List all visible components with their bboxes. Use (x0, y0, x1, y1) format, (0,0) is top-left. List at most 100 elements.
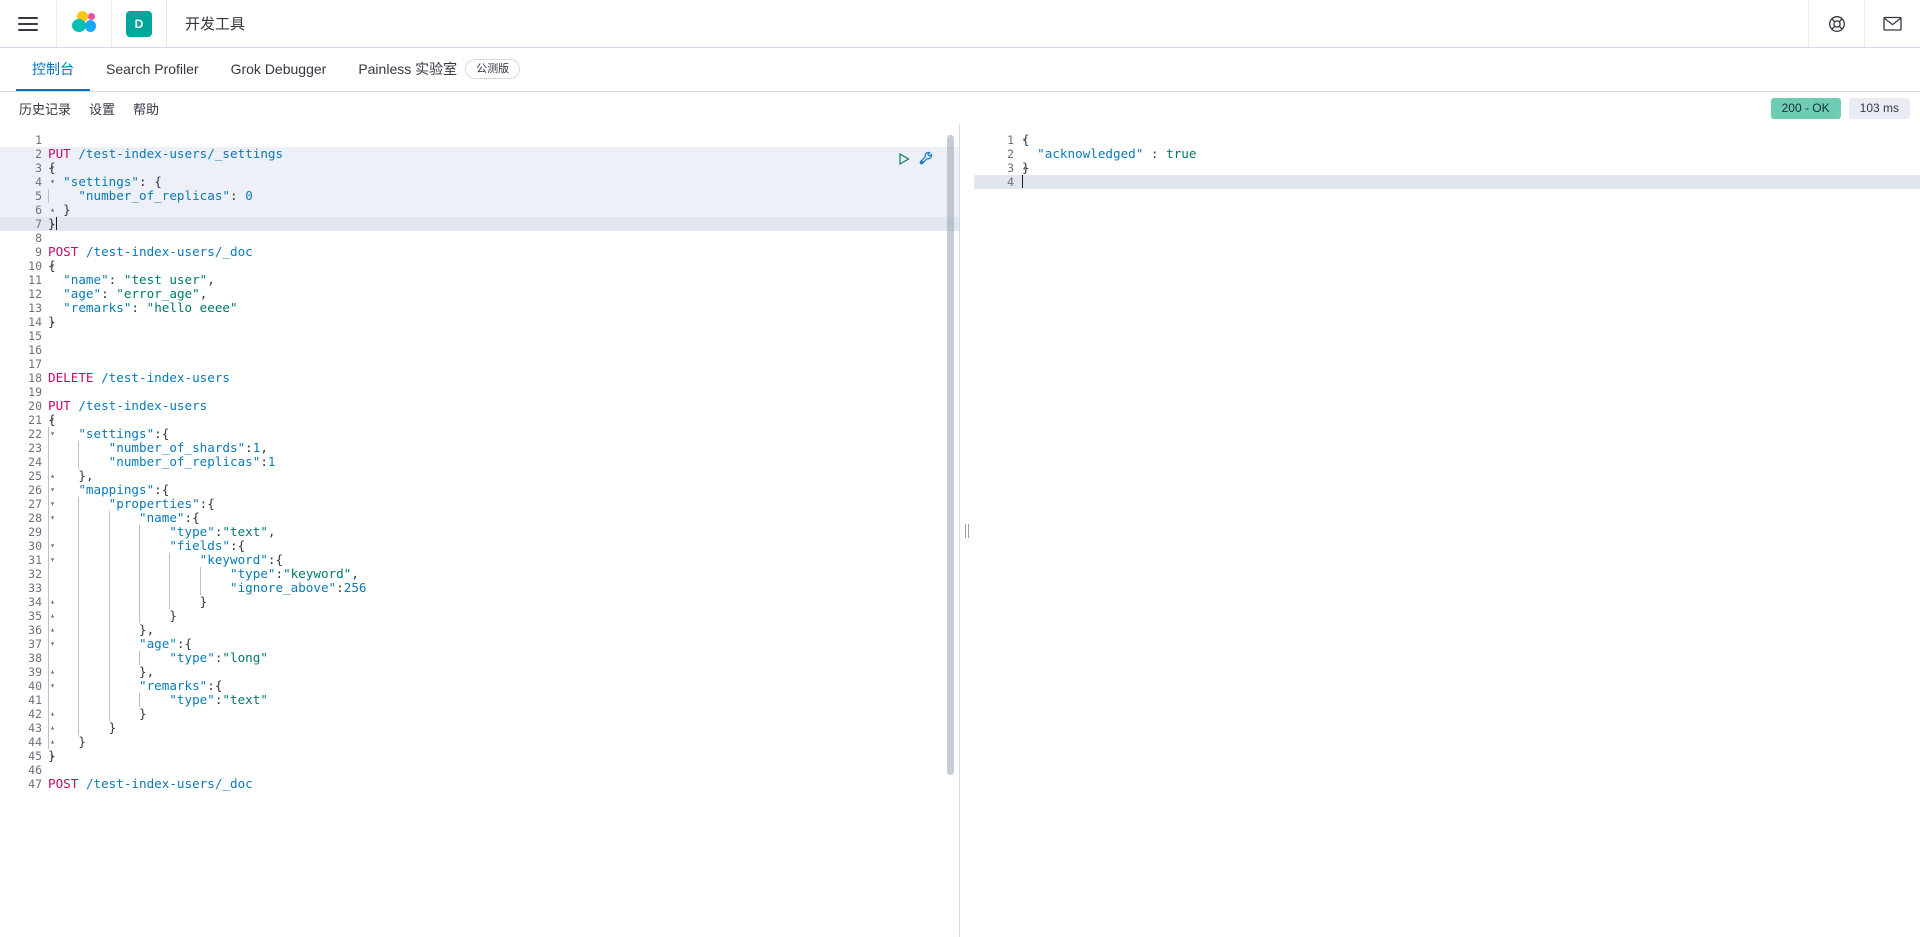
editor-line[interactable]: 42 ▴ } (0, 707, 960, 721)
editor-line[interactable]: 34 ▴ } (0, 595, 960, 609)
tab-console-label: 控制台 (32, 60, 74, 77)
tab-painless-lab[interactable]: Painless 实验室 公测版 (342, 48, 536, 91)
editor-line[interactable]: 47 POST /test-index-users/_doc (0, 777, 960, 792)
tab-grok-debugger[interactable]: Grok Debugger (215, 48, 343, 91)
editor-line[interactable]: 46 (0, 763, 960, 777)
editor-line[interactable]: 2 PUT /test-index-users/_settings (0, 147, 960, 161)
space-selector-button[interactable]: D (112, 0, 167, 47)
response-pane[interactable]: 1 ▾{2 "acknowledged" : true 3 ▴} 4 (974, 125, 1920, 937)
line-number: 28 ▾ (28, 511, 55, 525)
code-text: }, (46, 665, 960, 679)
line-number: 24 (28, 455, 42, 469)
editor-line[interactable]: 45 ▴} (0, 749, 960, 764)
page-title: 开发工具 (185, 16, 246, 33)
code-text: DELETE /test-index-users (48, 370, 230, 385)
mail-button[interactable] (1864, 0, 1920, 47)
response-line[interactable]: 4 (974, 175, 1920, 189)
editor-line[interactable]: 3 ▾{ (0, 161, 960, 175)
editor-line[interactable]: 33 "ignore_above":256 (0, 581, 960, 595)
fold-open-icon[interactable]: ▾ (1019, 136, 1027, 144)
tab-search-profiler[interactable]: Search Profiler (90, 48, 215, 91)
request-code-lines[interactable]: 1 2 PUT /test-index-users/_settings 3 ▾{4 ▾ "… (0, 125, 960, 791)
editor-line[interactable]: 38 "type":"long" (0, 651, 960, 665)
editor-line[interactable]: 7 ▴} (0, 217, 960, 231)
line-number: 21 ▾ (28, 413, 55, 427)
editor-line[interactable]: 39 ▴ }, (0, 665, 960, 679)
editor-line[interactable]: 41 "type":"text" (0, 693, 960, 707)
subnav-item-settings[interactable]: 设置 (80, 99, 124, 118)
line-number: 23 (28, 441, 42, 455)
editor-line[interactable]: 36 ▴ }, (0, 623, 960, 637)
pane-resize-handle[interactable] (960, 125, 974, 937)
help-button[interactable] (1808, 0, 1864, 47)
editor-vertical-scrollbar[interactable] (947, 135, 954, 775)
editor-line[interactable]: 4 ▾ "settings": { (0, 175, 960, 189)
subnav-item-help[interactable]: 帮助 (124, 99, 168, 118)
editor-line[interactable]: 6 ▴ } (0, 203, 960, 217)
request-editor-pane[interactable]: 1 2 PUT /test-index-users/_settings 3 ▾{4 ▾ "… (0, 125, 960, 937)
editor-line[interactable]: 29 "type":"text", (0, 525, 960, 539)
status-badge: 200 - OK (1770, 98, 1841, 119)
response-line[interactable]: 3 ▴} (974, 161, 1920, 176)
editor-line[interactable]: 14 ▴} (0, 315, 960, 330)
editor-line[interactable]: 15 (0, 329, 960, 343)
fold-close-icon[interactable]: ▴ (1019, 164, 1027, 172)
code-text: "ignore_above":256 (46, 581, 960, 595)
line-number: 2 (35, 147, 42, 161)
line-number: 33 (28, 581, 42, 595)
line-number: 15 (28, 329, 42, 343)
editor-line[interactable]: 27 ▾ "properties":{ (0, 497, 960, 511)
elastic-logo-button[interactable] (57, 0, 112, 47)
play-request-icon[interactable] (897, 152, 911, 166)
code-text: } (46, 721, 960, 735)
editor-line[interactable]: 21 ▾{ (0, 413, 960, 428)
subnav-item-history[interactable]: 历史记录 (10, 99, 80, 118)
editor-line[interactable]: 37 ▾ "age":{ (0, 637, 960, 651)
editor-line[interactable]: 44 ▴ } (0, 735, 960, 749)
editor-line[interactable]: 25 ▴ }, (0, 469, 960, 483)
dev-tools-tabs: 控制台 Search Profiler Grok Debugger Painle… (0, 48, 1920, 92)
code-text: "type":"keyword", (46, 567, 960, 581)
editor-line[interactable]: 19 (0, 385, 960, 399)
editor-line[interactable]: 18 DELETE /test-index-users (0, 370, 960, 386)
response-status-group: 200 - OK 103 ms (1770, 92, 1910, 125)
editor-line[interactable]: 35 ▴ } (0, 609, 960, 623)
line-number: 32 (28, 567, 42, 581)
editor-line[interactable]: 24 "number_of_replicas":1 (0, 455, 960, 469)
line-number: 47 (28, 777, 42, 791)
editor-line[interactable]: 22 ▾ "settings":{ (0, 427, 960, 441)
editor-line[interactable]: 5 "number_of_replicas": 0 (0, 189, 960, 203)
editor-line[interactable]: 31 ▾ "keyword":{ (0, 553, 960, 567)
response-code-lines[interactable]: 1 ▾{2 "acknowledged" : true 3 ▴} 4 (974, 125, 1920, 189)
line-number: 35 ▴ (28, 609, 55, 623)
editor-line[interactable]: 11 "name": "test user", (0, 273, 960, 288)
editor-line[interactable]: 16 (0, 343, 960, 357)
code-text: "number_of_replicas": 0 (46, 189, 960, 203)
nav-menu-button[interactable] (0, 0, 57, 47)
line-number: 39 ▴ (28, 665, 55, 679)
editor-line[interactable]: 13 "remarks": "hello eeee" (0, 301, 960, 316)
response-line[interactable]: 2 "acknowledged" : true (974, 147, 1920, 162)
editor-line[interactable]: 10 ▾{ (0, 259, 960, 274)
editor-line[interactable]: 26 ▾ "mappings":{ (0, 483, 960, 497)
editor-line[interactable]: 30 ▾ "fields":{ (0, 539, 960, 553)
wrench-open-docs-icon[interactable] (919, 151, 934, 166)
editor-line[interactable]: 23 "number_of_shards":1, (0, 441, 960, 455)
editor-line[interactable]: 43 ▴ } (0, 721, 960, 735)
tab-console[interactable]: 控制台 (16, 48, 90, 91)
editor-line[interactable]: 32 "type":"keyword", (0, 567, 960, 581)
editor-line[interactable]: 40 ▾ "remarks":{ (0, 679, 960, 693)
line-number: 4 ▾ (35, 175, 55, 189)
editor-line[interactable]: 9 POST /test-index-users/_doc (0, 245, 960, 260)
request-editor[interactable]: 1 2 PUT /test-index-users/_settings 3 ▾{4 ▾ "… (0, 125, 960, 937)
editor-line[interactable]: 28 ▾ "name":{ (0, 511, 960, 525)
line-number: 26 ▾ (28, 483, 55, 497)
editor-line[interactable]: 17 (0, 357, 960, 371)
editor-line[interactable]: 20 PUT /test-index-users (0, 399, 960, 414)
editor-line[interactable]: 12 "age": "error_age", (0, 287, 960, 302)
code-text: } (63, 202, 71, 217)
editor-line[interactable]: 8 (0, 231, 960, 245)
response-line[interactable]: 1 ▾{ (974, 133, 1920, 148)
response-code-text (1018, 175, 1023, 189)
editor-line[interactable]: 1 (0, 133, 960, 147)
